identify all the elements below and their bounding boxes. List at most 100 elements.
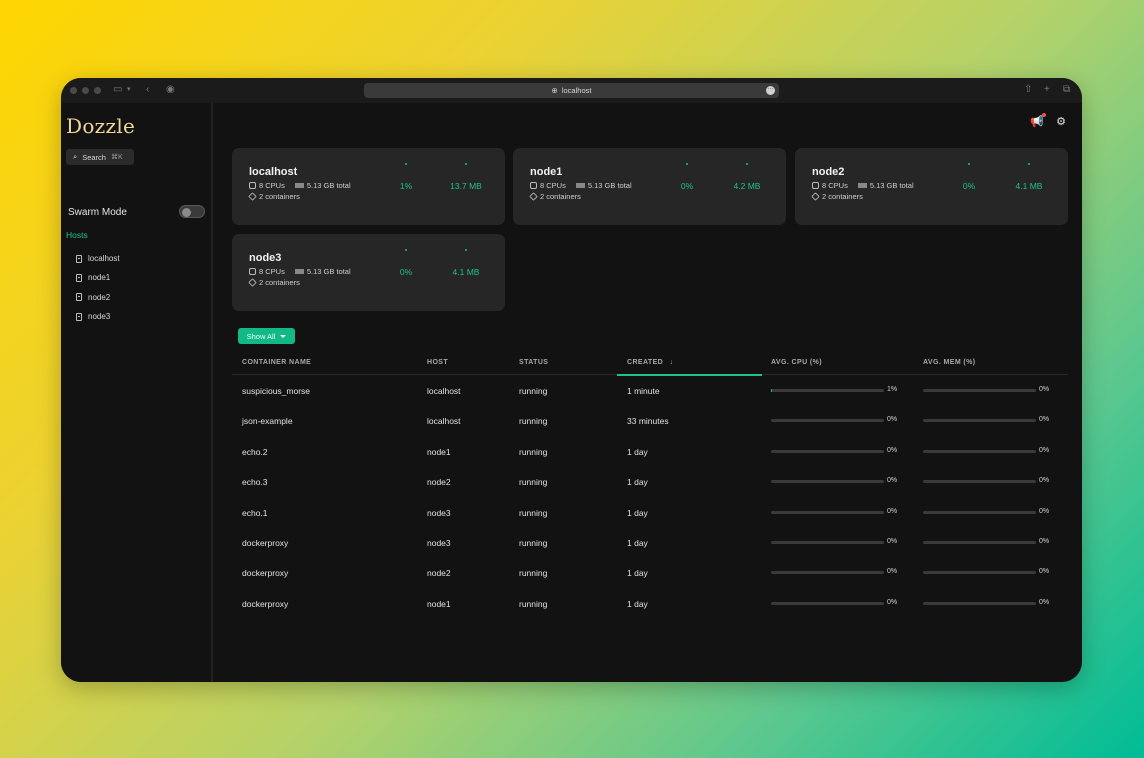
more-icon[interactable]: ···	[766, 86, 775, 95]
cpu-usage-label: 0%	[887, 477, 898, 485]
container-name-cell: suspicious_morse	[242, 386, 311, 396]
chevron-down-icon[interactable]: ▾	[127, 84, 131, 96]
swarm-mode-toggle[interactable]	[179, 205, 205, 218]
host-list: localhost node1 node2 node3	[76, 249, 120, 326]
mem-usage-label: 0%	[1039, 537, 1050, 545]
host-cell: localhost	[427, 386, 461, 396]
table-row[interactable]: echo.1 node3 running 1 day 0% 0%	[232, 497, 1068, 527]
host-card-name: node2	[812, 166, 845, 178]
zoom-window-button[interactable]	[94, 87, 101, 94]
cpu-usage-label: 0%	[887, 507, 898, 515]
close-window-button[interactable]	[70, 87, 77, 94]
table-row[interactable]: echo.3 node2 running 1 day 0% 0%	[232, 466, 1068, 496]
announcements-icon[interactable]: 📢	[1030, 113, 1047, 128]
share-icon[interactable]: ⇧	[1024, 84, 1032, 96]
cpu-usage-bar	[771, 449, 884, 453]
cpu-sparkline	[968, 163, 970, 165]
server-icon	[76, 293, 82, 302]
sidebar-toggle-icon[interactable]: ▭	[113, 84, 122, 96]
gear-icon[interactable]: ⚙	[1056, 115, 1066, 128]
host-card-node3[interactable]: node3 8 CPUs 5.13 GB total 2 containers …	[232, 234, 505, 311]
cpu-usage-label: 0%	[887, 416, 898, 424]
mem-usage-label: 0%	[1039, 598, 1050, 606]
host-card-specs: 8 CPUs 5.13 GB total	[249, 267, 351, 276]
container-count: 2 containers	[822, 192, 863, 201]
tabs-overview-icon[interactable]: ⧉	[1063, 84, 1070, 96]
container-name-cell: dockerproxy	[242, 568, 289, 579]
notification-dot	[1042, 113, 1047, 117]
created-cell: 1 day	[627, 507, 648, 518]
cpu-usage: 1%	[399, 181, 413, 191]
mem-usage-bar	[923, 571, 1036, 575]
status-cell: running	[519, 507, 548, 518]
search-button[interactable]: ⌕ Search ⌘K	[66, 149, 134, 165]
cpu-icon	[249, 182, 256, 189]
sidebar-item-node3[interactable]: node3	[76, 307, 120, 326]
cpu-usage-bar	[771, 419, 884, 423]
new-tab-icon[interactable]: +	[1044, 84, 1050, 96]
host-label: node1	[88, 273, 111, 283]
column-header-mem[interactable]: AVG. MEM (%)	[923, 359, 976, 366]
table-row[interactable]: echo.2 node1 running 1 day 0% 0%	[232, 436, 1068, 466]
cpu-usage: 0%	[962, 181, 976, 191]
status-cell: running	[519, 568, 548, 579]
mem-usage-bar	[923, 540, 1036, 544]
cpu-count: 8 CPUs	[540, 181, 566, 190]
table-row[interactable]: json-example localhost running 33 minutes 0%…	[232, 405, 1068, 435]
cpu-usage-label: 0%	[887, 446, 898, 454]
container-name-cell: json-example	[242, 416, 293, 427]
mem-usage-bar	[923, 510, 1036, 514]
cpu-usage-bar	[771, 389, 884, 392]
column-header-name[interactable]: CONTAINER NAME	[242, 359, 311, 366]
created-label: CREATED	[627, 359, 664, 366]
sidebar-item-node2[interactable]: node2	[76, 288, 120, 307]
mem-sparkline	[465, 249, 467, 251]
memory-icon	[294, 269, 304, 274]
status-cell: running	[519, 416, 548, 427]
address-bar[interactable]: ⊕ localhost ···	[364, 83, 779, 98]
table-row[interactable]: dockerproxy node2 running 1 day 0% 0%	[232, 557, 1068, 587]
container-count: 2 containers	[540, 192, 581, 201]
host-card-localhost[interactable]: localhost 8 CPUs 5.13 GB total 2 contain…	[232, 148, 505, 225]
column-header-host[interactable]: HOST	[427, 359, 448, 366]
hosts-heading: Hosts	[66, 230, 88, 240]
table-row[interactable]: dockerproxy node1 running 1 day 0% 0%	[232, 588, 1068, 618]
column-header-status[interactable]: STATUS	[519, 359, 548, 366]
host-card-name: node3	[249, 252, 282, 264]
status-cell: running	[519, 386, 548, 396]
mem-usage-bar	[923, 449, 1036, 453]
column-header-created[interactable]: CREATED ↓	[627, 359, 673, 366]
mem-usage-bar	[923, 419, 1036, 423]
sidebar-item-node1[interactable]: node1	[76, 268, 120, 287]
cpu-usage-label: 0%	[887, 568, 898, 576]
column-header-cpu[interactable]: AVG. CPU (%)	[771, 359, 822, 366]
sidebar-item-localhost[interactable]: localhost	[76, 249, 120, 268]
host-card-node1[interactable]: node1 8 CPUs 5.13 GB total 2 containers …	[513, 148, 786, 225]
cpu-sparkline	[405, 163, 407, 165]
container-name-cell: dockerproxy	[242, 598, 289, 609]
host-card-specs: 8 CPUs 5.13 GB total	[530, 181, 632, 190]
host-cell: node1	[427, 598, 451, 609]
show-all-dropdown[interactable]: Show All	[238, 328, 295, 344]
cpu-icon	[812, 182, 819, 189]
mem-usage-label: 0%	[1039, 446, 1050, 454]
mem-usage-label: 0%	[1039, 386, 1050, 393]
memory-usage: 4.2 MB	[733, 181, 761, 191]
sidebar: Dozzle ⌕ Search ⌘K Swarm Mode Hosts loca…	[61, 103, 213, 682]
host-card-node2[interactable]: node2 8 CPUs 5.13 GB total 2 containers …	[795, 148, 1068, 225]
search-shortcut: ⌘K	[110, 154, 123, 161]
app-logo[interactable]: Dozzle	[66, 114, 135, 138]
cpu-icon	[249, 268, 256, 275]
cpu-usage-label: 0%	[887, 537, 898, 545]
table-row[interactable]: suspicious_morse localhost running 1 minute…	[232, 375, 1068, 405]
host-cell: node1	[427, 446, 451, 457]
cpu-usage: 0%	[399, 267, 413, 277]
minimize-window-button[interactable]	[82, 87, 89, 94]
memory-icon	[575, 183, 585, 188]
back-icon[interactable]: ‹	[146, 84, 149, 96]
memory-usage: 4.1 MB	[452, 267, 480, 277]
status-cell: running	[519, 446, 548, 457]
memory-icon	[294, 183, 304, 188]
status-cell: running	[519, 537, 548, 548]
table-row[interactable]: dockerproxy node3 running 1 day 0% 0%	[232, 527, 1068, 557]
